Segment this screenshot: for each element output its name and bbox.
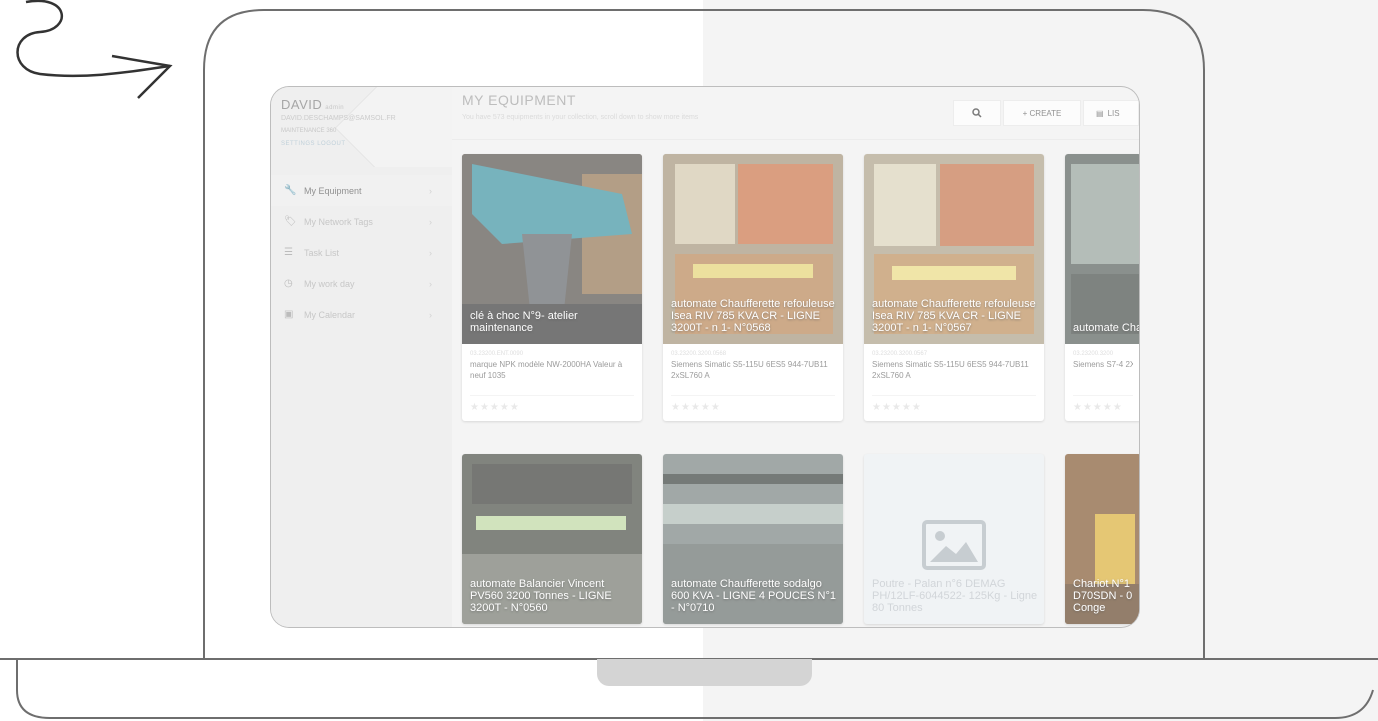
trackpad-notch (597, 659, 812, 686)
screen-glare-overlay (271, 87, 1139, 627)
doodle-arrow (16, 0, 171, 78)
doodle-arrow-head (111, 54, 173, 99)
app-screen: DAVID admin DAVID.DESCHAMPS@SAMSOL.FR MAI… (271, 87, 1139, 627)
